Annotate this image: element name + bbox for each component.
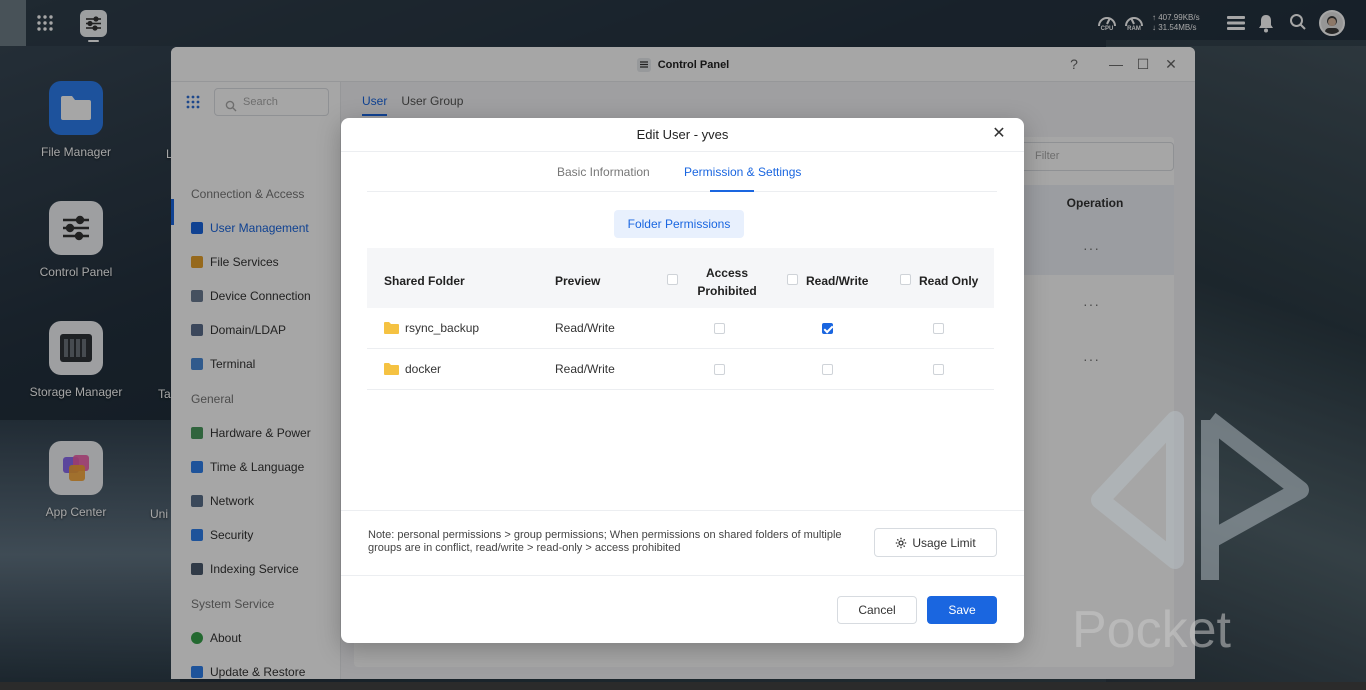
table-header: Shared Folder Preview Access Prohibited … <box>367 248 994 308</box>
access-prohibited-checkbox[interactable] <box>714 364 725 375</box>
edit-user-dialog: Edit User - yves ✕ Basic Information Per… <box>341 118 1024 643</box>
folder-name: docker <box>405 362 442 376</box>
permission-note: Note: personal permissions > group permi… <box>368 529 842 554</box>
cancel-button[interactable]: Cancel <box>837 596 917 624</box>
preview-value: Read/Write <box>555 321 615 335</box>
header-preview: Preview <box>555 274 601 288</box>
divider <box>341 575 1024 576</box>
header-read-write: Read/Write <box>806 274 869 288</box>
select-all-read-write-checkbox[interactable] <box>787 274 798 285</box>
folder-icon <box>384 321 399 334</box>
close-icon[interactable]: ✕ <box>991 126 1007 142</box>
read-only-checkbox[interactable] <box>933 364 944 375</box>
tab-basic-information[interactable]: Basic Information <box>557 165 650 179</box>
folder-icon <box>384 362 399 375</box>
access-prohibited-checkbox[interactable] <box>714 323 725 334</box>
read-only-checkbox[interactable] <box>933 323 944 334</box>
folder-name: rsync_backup <box>405 321 480 335</box>
folder-permissions-button[interactable]: Folder Permissions <box>614 210 744 238</box>
save-button[interactable]: Save <box>927 596 997 624</box>
header-access-prohibited: Access Prohibited <box>697 266 757 298</box>
usage-limit-button[interactable]: Usage Limit <box>874 528 997 557</box>
read-write-checkbox[interactable] <box>822 323 833 334</box>
gear-icon <box>896 537 907 548</box>
table-row: docker Read/Write <box>367 349 994 390</box>
divider <box>341 510 1024 511</box>
select-all-read-only-checkbox[interactable] <box>900 274 911 285</box>
watermark-logo-icon <box>1080 400 1340 600</box>
dialog-title: Edit User - yves <box>341 118 1024 152</box>
dialog-tabs: Basic Information Permission & Settings <box>367 152 997 192</box>
preview-value: Read/Write <box>555 362 615 376</box>
header-shared-folder: Shared Folder <box>384 274 465 288</box>
watermark-text: Pocket <box>1072 601 1231 659</box>
read-write-checkbox[interactable] <box>822 364 833 375</box>
tab-permission-settings[interactable]: Permission & Settings <box>684 165 801 179</box>
usage-limit-label: Usage Limit <box>912 535 976 550</box>
select-all-access-prohibited-checkbox[interactable] <box>667 274 678 285</box>
active-tab-underline <box>710 190 754 192</box>
table-row: rsync_backup Read/Write <box>367 308 994 349</box>
header-read-only: Read Only <box>919 274 979 288</box>
bottom-edge <box>0 682 1366 690</box>
